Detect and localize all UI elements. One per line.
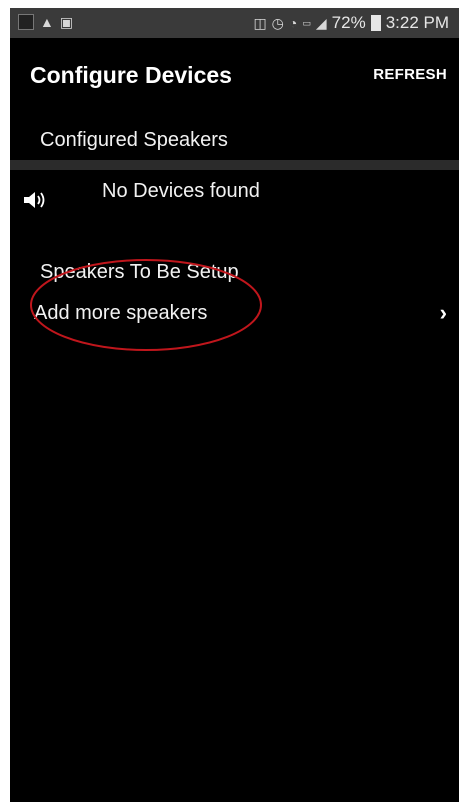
app-thumbnail-icon (18, 14, 34, 30)
speaker-icon (24, 192, 45, 208)
clipboard-icon: ▣ (59, 14, 74, 30)
page-title: Configure Devices (30, 62, 232, 88)
no-devices-text: No Devices found (102, 180, 260, 202)
status-bar-left: ▲ ▣ (18, 13, 73, 31)
no-devices-row: No Devices found (10, 180, 459, 220)
warning-icon: ▲ (40, 14, 54, 30)
clock: 3:22 PM (385, 13, 449, 32)
nfc-icon: ◫ (253, 15, 267, 31)
alarm-icon: ◷ (271, 15, 284, 31)
configured-speakers-header: Configured Speakers (40, 129, 228, 151)
wifi-icon: ◔ (288, 15, 298, 31)
phone-screen: ▲ ▣ ◫ ◷ ◔ ▭ ◢ 72% 3:22 PM Configure Devi… (10, 8, 459, 802)
app-bar: Configure Devices REFRESH (10, 38, 459, 116)
volte-icon: ▭ (302, 18, 311, 28)
battery-icon (370, 15, 381, 31)
status-bar-right: ◫ ◷ ◔ ▭ ◢ 72% 3:22 PM (253, 13, 449, 33)
refresh-button[interactable]: REFRESH (373, 66, 447, 83)
battery-percent: 72% (331, 13, 366, 32)
speakers-to-be-setup-header: Speakers To Be Setup (40, 261, 239, 283)
signal-icon: ◢ (315, 15, 327, 31)
chevron-right-icon: › (439, 300, 447, 325)
add-more-speakers-row[interactable]: Add more speakers › (10, 296, 459, 336)
status-bar: ▲ ▣ ◫ ◷ ◔ ▭ ◢ 72% 3:22 PM (10, 8, 459, 38)
add-more-speakers-label: Add more speakers (34, 302, 208, 324)
section-divider (10, 160, 459, 170)
